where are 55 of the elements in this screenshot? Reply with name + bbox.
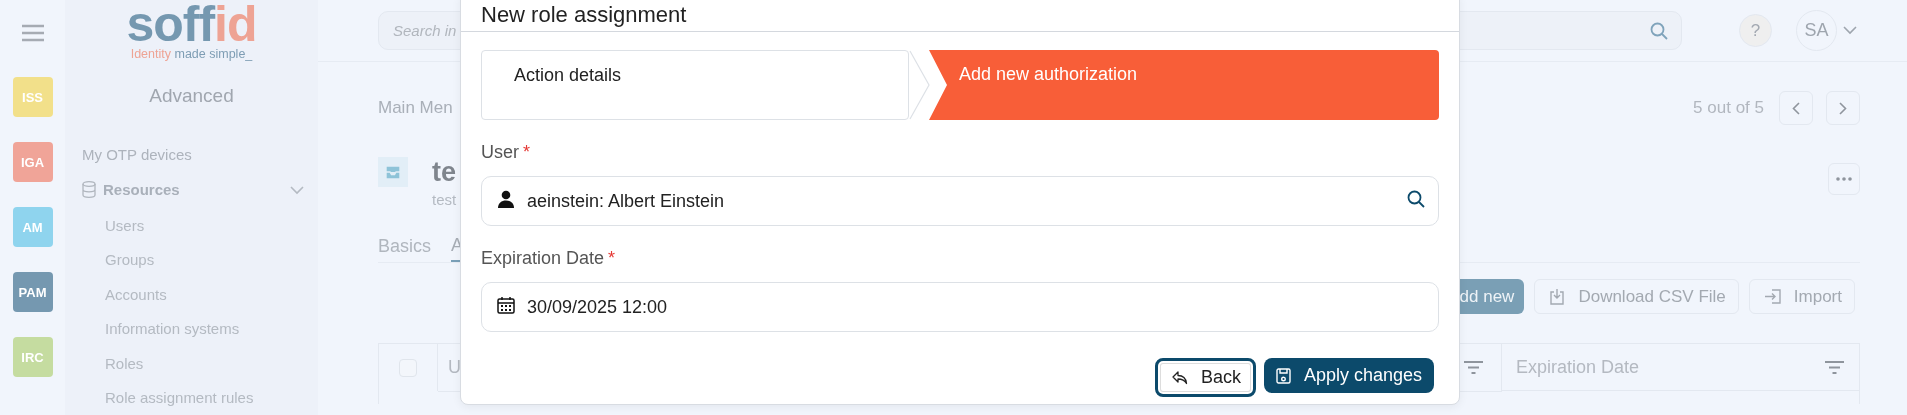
module-badge[interactable]: ISS bbox=[12, 77, 53, 117]
more-icon bbox=[1836, 177, 1852, 181]
save-icon bbox=[1275, 367, 1291, 384]
inbox-icon bbox=[378, 157, 408, 187]
required-mark: * bbox=[523, 142, 531, 162]
more-button[interactable] bbox=[1828, 163, 1860, 195]
pager-count: 5 out of 5 bbox=[1693, 98, 1764, 118]
field-label: Expiration Date bbox=[481, 248, 605, 268]
module-badge[interactable]: PAM bbox=[12, 272, 53, 312]
filter-icon[interactable] bbox=[1464, 361, 1483, 374]
sidebar-group[interactable]: Resources bbox=[103, 180, 283, 198]
column-header[interactable]: Expiration Date bbox=[1516, 356, 1640, 378]
help-button[interactable]: ? bbox=[1739, 14, 1772, 47]
module-badge[interactable]: IRC bbox=[12, 337, 53, 377]
menu-icon[interactable] bbox=[20, 24, 45, 42]
sidebar-item[interactable]: Role assignment rules bbox=[65, 380, 318, 415]
user-field[interactable]: aeinstein: Albert Einstein bbox=[481, 176, 1439, 226]
person-icon bbox=[497, 190, 515, 208]
calendar-icon[interactable] bbox=[497, 296, 515, 314]
back-button[interactable]: Back bbox=[1154, 358, 1256, 397]
dialog-title: New role assignment bbox=[481, 2, 687, 27]
next-button[interactable] bbox=[1826, 91, 1860, 125]
filter-icon[interactable] bbox=[1825, 360, 1844, 374]
sidebar-item[interactable]: Users bbox=[65, 207, 318, 243]
sidebar-item[interactable]: My OTP devices bbox=[65, 137, 318, 172]
chevron-left-icon bbox=[1792, 101, 1800, 115]
download-button[interactable]: Download CSV File bbox=[1534, 279, 1739, 314]
record-subtitle: test bbox=[432, 191, 457, 208]
search-icon[interactable] bbox=[1407, 190, 1425, 208]
module-badge[interactable]: IGA bbox=[12, 142, 53, 182]
reply-arrow-icon bbox=[1171, 370, 1188, 385]
tab[interactable]: Basics bbox=[378, 230, 431, 262]
breadcrumb[interactable]: Main Men bbox=[378, 98, 453, 118]
sidebar-item[interactable]: Roles bbox=[65, 345, 318, 381]
step-tab[interactable]: Add new authorization bbox=[929, 50, 1439, 120]
sidebar-item[interactable]: Accounts bbox=[65, 276, 318, 312]
date-field[interactable]: 30/09/2025 12:00 bbox=[481, 282, 1439, 332]
field-label: User bbox=[481, 142, 519, 162]
sidebar-item[interactable]: Information systems bbox=[65, 311, 318, 346]
chevron-right-icon bbox=[1839, 101, 1847, 115]
database-icon bbox=[82, 180, 96, 198]
chevron-down-icon[interactable] bbox=[1843, 26, 1857, 35]
previous-button[interactable] bbox=[1779, 91, 1813, 125]
module-badge[interactable]: AM bbox=[12, 207, 53, 247]
required-mark: * bbox=[608, 248, 616, 268]
apply-button[interactable]: Apply changes bbox=[1263, 358, 1434, 393]
sidebar-item[interactable]: Groups bbox=[65, 242, 318, 277]
column-header[interactable]: U bbox=[448, 357, 461, 378]
sidebar-section-title: Advanced bbox=[148, 85, 235, 107]
chevron-down-icon[interactable] bbox=[290, 185, 304, 195]
import-icon bbox=[1763, 289, 1781, 304]
logo: soffid Identity made simple_ bbox=[125, 0, 258, 61]
import-button[interactable]: Import bbox=[1748, 279, 1855, 314]
download-icon bbox=[1549, 288, 1566, 305]
record-title: te bbox=[432, 157, 457, 187]
